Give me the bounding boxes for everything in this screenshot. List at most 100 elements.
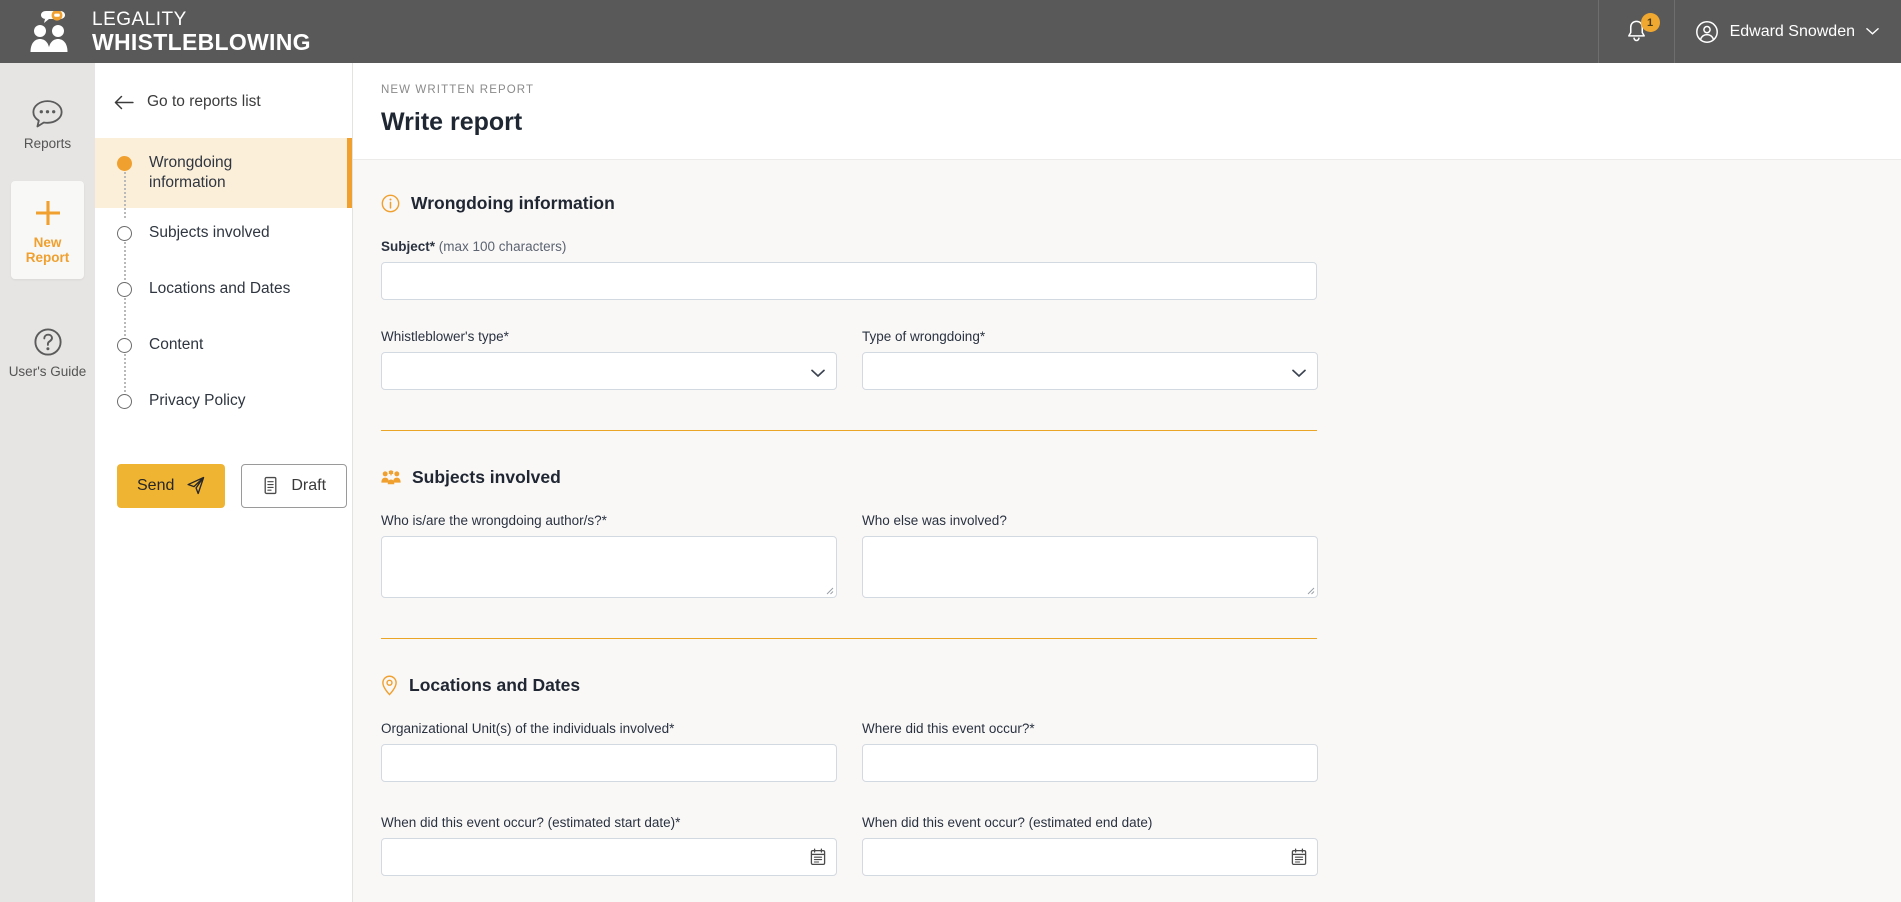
- step-dot-filled: [117, 156, 132, 171]
- go-to-reports-list-link[interactable]: Go to reports list: [95, 63, 352, 111]
- end-date-label: When did this event occur? (estimated en…: [862, 815, 1153, 830]
- rail-item-new-report[interactable]: New Report: [11, 181, 84, 279]
- step-content[interactable]: Content: [95, 320, 352, 400]
- user-circle-icon: [1695, 20, 1718, 43]
- start-date-input[interactable]: [381, 838, 837, 876]
- step-subjects-involved[interactable]: Subjects involved: [95, 208, 352, 288]
- draft-button-label: Draft: [291, 476, 327, 494]
- step-marker: [117, 334, 133, 400]
- whistleblower-type-field: Whistleblower's type*: [381, 329, 837, 390]
- step-label: Locations and Dates: [149, 279, 291, 297]
- organizational-unit-label: Organizational Unit(s) of the individual…: [381, 721, 675, 736]
- step-dot-hollow: [117, 337, 132, 353]
- app-logo[interactable]: LEGALITY WHISTLEBLOWING: [0, 0, 311, 63]
- end-date-field: When did this event occur? (estimated en…: [862, 815, 1318, 876]
- rail-item-reports[interactable]: Reports: [0, 85, 95, 163]
- wrongdoing-authors-textarea-wrap: [381, 536, 837, 598]
- organizational-unit-input[interactable]: [381, 744, 837, 782]
- section-header-locations: Locations and Dates: [381, 675, 1901, 696]
- start-date-label: When did this event occur? (estimated st…: [381, 815, 681, 830]
- main-content: NEW WRITTEN REPORT Write report Wrongdoi…: [353, 63, 1901, 902]
- locations-row-2: When did this event occur? (estimated st…: [381, 815, 1901, 876]
- where-occurred-label: Where did this event occur?*: [862, 721, 1035, 736]
- end-date-input[interactable]: [862, 838, 1318, 876]
- document-icon: [264, 477, 277, 495]
- step-label: Subjects involved: [149, 223, 270, 241]
- paper-plane-icon: [187, 477, 205, 495]
- chevron-down-icon: [1866, 28, 1879, 35]
- subject-label-hint: (max 100 characters): [438, 239, 567, 254]
- step-marker: [117, 152, 133, 218]
- send-button-label: Send: [137, 476, 175, 494]
- step-dot-hollow: [117, 393, 132, 409]
- subjects-row: Who is/are the wrongdoing author/s?* Who…: [381, 513, 1901, 598]
- end-date-wrap: [862, 838, 1318, 876]
- step-dot-hollow: [117, 225, 132, 241]
- chat-bubble-icon: [32, 100, 63, 128]
- wrongdoing-authors-textarea[interactable]: [381, 536, 837, 598]
- send-button[interactable]: Send: [117, 463, 226, 508]
- logo-line-secondary: WHISTLEBLOWING: [92, 28, 311, 55]
- step-label: Privacy Policy: [149, 391, 246, 409]
- step-locations-and-dates[interactable]: Locations and Dates: [95, 264, 352, 344]
- locations-row-1: Organizational Unit(s) of the individual…: [381, 721, 1901, 782]
- wrongdoing-type-field: Type of wrongdoing*: [862, 329, 1318, 390]
- section-divider: [381, 430, 1317, 431]
- subject-label-text: Subject*: [381, 239, 436, 254]
- plus-icon: [35, 201, 60, 225]
- others-involved-label: Who else was involved?: [862, 513, 1007, 528]
- wrongdoing-authors-label: Who is/are the wrongdoing author/s?*: [381, 513, 607, 528]
- step-privacy-policy[interactable]: Privacy Policy: [95, 376, 352, 432]
- breadcrumb: NEW WRITTEN REPORT: [381, 84, 535, 96]
- step-marker: [117, 222, 133, 288]
- user-menu[interactable]: Edward Snowden: [1673, 0, 1901, 63]
- step-marker: [117, 278, 133, 344]
- step-label: Wrongdoing information: [149, 154, 233, 192]
- form-actions: Send Draft: [95, 432, 352, 508]
- rail-label-new-report: New Report: [25, 235, 70, 265]
- where-occurred-input[interactable]: [862, 744, 1318, 782]
- notification-badge: 1: [1640, 13, 1660, 32]
- start-date-wrap: [381, 838, 837, 876]
- section-title: Subjects involved: [412, 467, 561, 487]
- page-header: NEW WRITTEN REPORT Write report: [353, 63, 1901, 160]
- user-name-label: Edward Snowden: [1729, 22, 1855, 40]
- rail-item-users-guide[interactable]: User's Guide: [0, 313, 95, 391]
- top-bar-spacer: [311, 0, 1598, 63]
- others-involved-textarea[interactable]: [862, 536, 1318, 598]
- wrongdoing-type-label: Type of wrongdoing*: [862, 329, 986, 344]
- notifications-button[interactable]: 1: [1597, 0, 1674, 63]
- wrongdoing-type-select-wrap: [862, 352, 1318, 390]
- start-date-field: When did this event occur? (estimated st…: [381, 815, 837, 876]
- report-form: Wrongdoing information Subject* (max 100…: [353, 160, 1901, 876]
- logo-mark-icon: [27, 9, 83, 53]
- whistleblower-type-select[interactable]: [381, 352, 837, 390]
- go-to-reports-list-label: Go to reports list: [147, 93, 261, 110]
- step-label: Content: [149, 335, 204, 353]
- wrongdoing-authors-field: Who is/are the wrongdoing author/s?*: [381, 513, 837, 598]
- organizational-unit-field: Organizational Unit(s) of the individual…: [381, 721, 837, 782]
- section-header-subjects: Subjects involved: [381, 467, 1901, 488]
- top-bar: LEGALITY WHISTLEBLOWING 1 Edward Snowden: [0, 0, 1901, 63]
- wrongdoing-type-select[interactable]: [862, 352, 1318, 390]
- step-marker: [117, 390, 133, 409]
- page-title: Write report: [381, 108, 523, 136]
- others-involved-field: Who else was involved?: [862, 513, 1318, 598]
- subject-input[interactable]: [381, 262, 1317, 300]
- draft-button[interactable]: Draft: [241, 463, 348, 508]
- rail-label-users-guide: User's Guide: [8, 364, 87, 379]
- icon-rail: Reports New Report User's Guide: [0, 63, 95, 902]
- logo-line-primary: LEGALITY: [92, 8, 187, 30]
- section-divider: [381, 638, 1317, 639]
- users-group-icon: [381, 469, 401, 486]
- step-dot-hollow: [117, 281, 132, 297]
- whistleblower-type-label: Whistleblower's type*: [381, 329, 509, 344]
- rail-label-reports: Reports: [23, 136, 72, 151]
- map-pin-icon: [381, 675, 398, 696]
- whistleblower-type-select-wrap: [381, 352, 837, 390]
- wrongdoing-selects-row: Whistleblower's type* Type of wrongdoing…: [381, 329, 1901, 390]
- question-circle-icon: [33, 328, 62, 356]
- step-wrongdoing-information[interactable]: Wrongdoing information: [95, 138, 352, 218]
- info-circle-icon: [381, 194, 400, 213]
